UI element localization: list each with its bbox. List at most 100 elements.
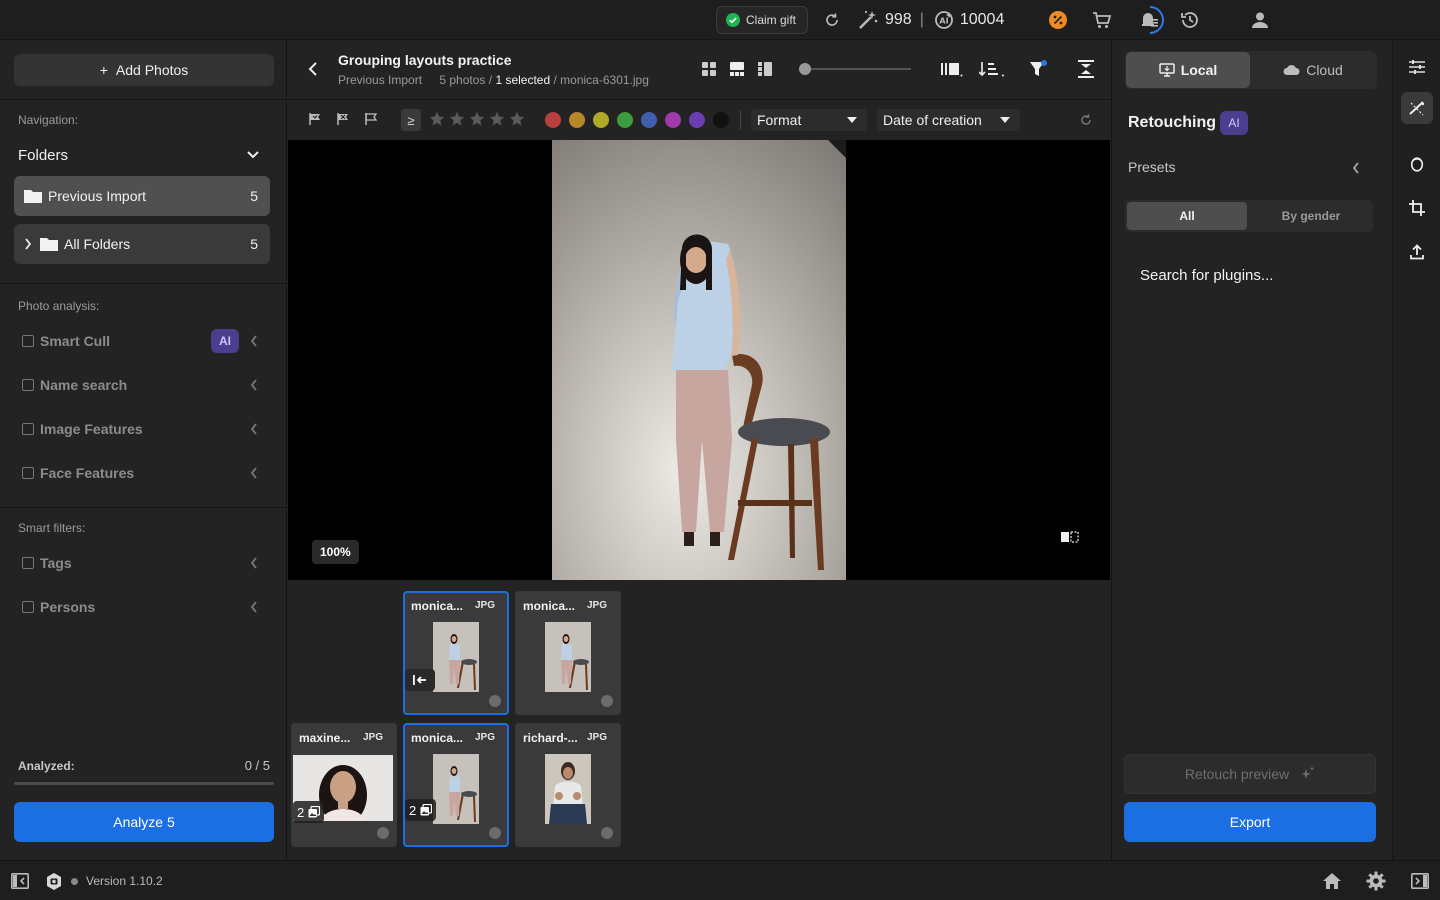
- filter-all-button[interactable]: All: [1127, 202, 1247, 230]
- face-icon[interactable]: [1401, 148, 1433, 180]
- sort-dropdown[interactable]: Date of creation: [877, 109, 1020, 131]
- toggle-left-panel-icon[interactable]: [11, 873, 29, 889]
- toggle-right-panel-icon[interactable]: [1411, 873, 1429, 889]
- filter-face-features[interactable]: Face Features: [22, 462, 262, 484]
- refresh-icon[interactable]: [821, 9, 843, 31]
- ungroup-icon[interactable]: [405, 669, 435, 691]
- back-icon[interactable]: [303, 59, 323, 79]
- claim-gift-button[interactable]: Claim gift: [716, 6, 808, 34]
- format-dropdown[interactable]: Format: [751, 109, 867, 131]
- thumbnail-status-dot[interactable]: [601, 695, 613, 707]
- sort-icon[interactable]: [979, 60, 1005, 78]
- upload-icon[interactable]: [1401, 236, 1433, 268]
- cart-icon[interactable]: [1091, 9, 1113, 31]
- chevron-left-icon[interactable]: [250, 556, 258, 570]
- thumbnail-card[interactable]: maxine... JPG 2: [291, 723, 397, 847]
- sort-dropdown-label: Date of creation: [883, 112, 982, 128]
- photo-viewer[interactable]: 100%: [288, 140, 1110, 580]
- star-icon[interactable]: [449, 111, 465, 129]
- slider-handle[interactable]: [799, 63, 811, 75]
- notifications-icon[interactable]: [1134, 4, 1166, 36]
- star-icon[interactable]: [509, 111, 525, 129]
- reset-filters-icon[interactable]: [1078, 112, 1094, 128]
- thumbnail-status-dot[interactable]: [377, 827, 389, 839]
- chevron-left-icon[interactable]: [250, 422, 258, 436]
- checkbox[interactable]: [22, 467, 34, 479]
- filter-icon[interactable]: [1028, 59, 1048, 79]
- color-label-dot[interactable]: [569, 112, 585, 128]
- history-icon[interactable]: [1179, 9, 1201, 31]
- add-photos-button[interactable]: + Add Photos: [14, 54, 274, 86]
- color-label-dot[interactable]: [593, 112, 609, 128]
- checkbox[interactable]: [22, 601, 34, 613]
- stack-count-badge[interactable]: 2: [293, 801, 325, 823]
- thumbnail-card[interactable]: richard-... JPG: [515, 723, 621, 847]
- color-label-dot[interactable]: [713, 112, 729, 128]
- flag-pick-icon[interactable]: [307, 111, 323, 127]
- thumbnail-status-dot[interactable]: [489, 695, 501, 707]
- checkbox[interactable]: [22, 335, 34, 347]
- color-label-dot[interactable]: [665, 112, 681, 128]
- filter-persons[interactable]: Persons: [22, 596, 262, 618]
- analyze-button[interactable]: Analyze 5: [14, 802, 274, 842]
- filter-name-search[interactable]: Name search: [22, 374, 262, 396]
- retouch-icon[interactable]: [1401, 92, 1433, 124]
- adjustments-icon[interactable]: [1401, 51, 1433, 83]
- thumbnail-card[interactable]: monica... JPG: [403, 591, 509, 715]
- chevron-left-icon[interactable]: [250, 600, 258, 614]
- rating-stars[interactable]: [429, 111, 525, 129]
- folder-item-previous-import[interactable]: Previous Import 5: [14, 176, 270, 216]
- crop-icon[interactable]: [1401, 192, 1433, 224]
- home-icon[interactable]: [1322, 872, 1342, 890]
- chevron-left-icon[interactable]: [250, 466, 258, 480]
- compare-view-icon[interactable]: [756, 60, 774, 78]
- filmstrip-view-icon[interactable]: [728, 60, 746, 78]
- export-button[interactable]: Export: [1124, 802, 1376, 842]
- user-icon[interactable]: [1249, 9, 1271, 31]
- credits-counter[interactable]: 998 | AI 10004: [857, 9, 1004, 31]
- thumbnail-status-dot[interactable]: [489, 827, 501, 839]
- color-label-dot[interactable]: [689, 112, 705, 128]
- grid-view-icon[interactable]: [700, 60, 718, 78]
- stack-count-badge[interactable]: 2: [405, 799, 437, 821]
- star-icon[interactable]: [489, 111, 505, 129]
- star-icon[interactable]: [469, 111, 485, 129]
- color-label-dot[interactable]: [641, 112, 657, 128]
- thumbnail-card[interactable]: monica... JPG: [515, 591, 621, 715]
- filter-tags[interactable]: Tags: [22, 552, 262, 574]
- flag-reject-icon[interactable]: [335, 111, 351, 127]
- breadcrumb-folder[interactable]: Previous Import: [338, 73, 422, 87]
- tab-local[interactable]: Local: [1126, 52, 1250, 88]
- settings-icon[interactable]: [1366, 871, 1386, 891]
- thumbnail-card[interactable]: monica... JPG 2: [403, 723, 509, 847]
- chevron-left-icon[interactable]: [250, 334, 258, 348]
- group-icon[interactable]: [941, 60, 963, 78]
- thumbnail-name: richard-...: [523, 731, 578, 745]
- filter-image-features[interactable]: Image Features: [22, 418, 262, 440]
- folder-item-all-folders[interactable]: All Folders 5: [14, 224, 270, 264]
- zoom-level-badge[interactable]: 100%: [312, 540, 359, 564]
- tab-cloud[interactable]: Cloud: [1251, 52, 1375, 88]
- search-plugins-text[interactable]: Search for plugins...: [1140, 267, 1273, 284]
- thumbnail-size-slider[interactable]: [799, 62, 911, 76]
- split-view-icon[interactable]: [1060, 529, 1080, 545]
- checkbox[interactable]: [22, 379, 34, 391]
- chevron-right-icon[interactable]: [24, 238, 32, 250]
- flag-unflagged-icon[interactable]: [363, 111, 379, 127]
- filter-gender-button[interactable]: By gender: [1251, 202, 1371, 230]
- rating-operator-button[interactable]: ≥: [401, 109, 421, 131]
- collapse-icon[interactable]: [1076, 59, 1096, 79]
- discount-icon[interactable]: [1047, 9, 1069, 31]
- color-label-dot[interactable]: [545, 112, 561, 128]
- checkbox[interactable]: [22, 557, 34, 569]
- thumbnail-status-dot[interactable]: [601, 827, 613, 839]
- chevron-down-icon[interactable]: [246, 150, 260, 160]
- page-title: Grouping layouts practice: [338, 52, 512, 68]
- checkbox[interactable]: [22, 423, 34, 435]
- color-labels[interactable]: [545, 112, 729, 128]
- chevron-left-icon[interactable]: [250, 378, 258, 392]
- chevron-left-icon[interactable]: [1352, 161, 1360, 175]
- filter-smart-cull[interactable]: Smart Cull AI: [22, 329, 262, 353]
- color-label-dot[interactable]: [617, 112, 633, 128]
- star-icon[interactable]: [429, 111, 445, 129]
